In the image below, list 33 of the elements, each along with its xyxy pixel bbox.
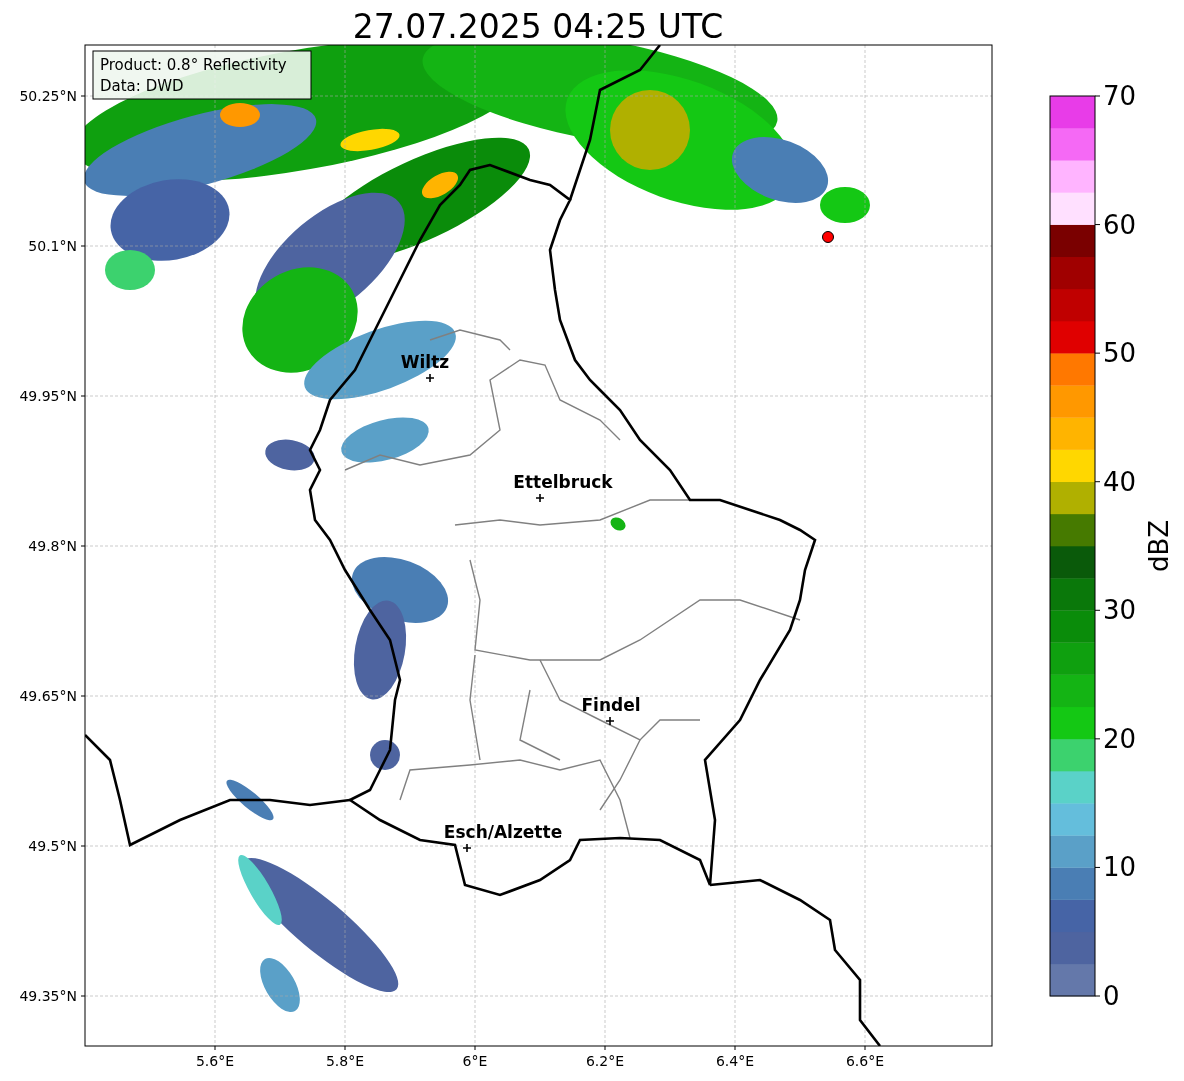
info-text: Product: 0.8° Reflectivity	[100, 56, 287, 74]
x-tick-label: 6.4°E	[715, 1053, 755, 1069]
city-marker-icon	[535, 493, 545, 503]
city-marker-icon	[425, 373, 435, 383]
y-tick-label: 49.95°N	[19, 388, 77, 404]
y-tick-label: 49.35°N	[19, 988, 77, 1004]
city-label: Findel	[581, 695, 641, 715]
colorbar-tick-label: 20	[1103, 723, 1137, 754]
y-tick-label: 49.8°N	[28, 538, 77, 554]
x-tick-label: 6°E	[462, 1053, 488, 1069]
colorbar-tick-label: 10	[1103, 852, 1137, 883]
x-tick-label: 5.6°E	[195, 1053, 235, 1069]
radar-site-marker	[822, 231, 834, 243]
x-tick-label: 6.6°E	[845, 1053, 885, 1069]
info-text: Data: DWD	[100, 77, 184, 95]
y-tick-label: 50.1°N	[28, 238, 77, 254]
city-marker-icon	[605, 716, 615, 726]
colorbar-tick-label: 70	[1103, 81, 1137, 111]
city-label: Esch/Alzette	[443, 822, 563, 842]
colorbar-tick-label: 30	[1103, 595, 1137, 626]
colorbar-tick-label: 60	[1103, 209, 1137, 240]
chart-title: 27.07.2025 04:25 UTC	[352, 7, 724, 46]
city-label: Ettelbruck	[513, 472, 613, 492]
colorbar-tick-label: 0	[1103, 981, 1120, 1011]
y-tick-label: 49.5°N	[28, 838, 77, 854]
x-tick-label: 6.2°E	[585, 1053, 625, 1069]
x-tick-label: 5.8°E	[325, 1053, 365, 1069]
city-marker-icon	[462, 843, 472, 853]
y-tick-label: 50.25°N	[19, 88, 77, 104]
colorbar-tick-label: 40	[1103, 466, 1137, 497]
colorbar-label: dBZ	[1144, 519, 1174, 573]
colorbar-tick-label: 50	[1103, 338, 1137, 369]
y-tick-label: 49.65°N	[19, 688, 77, 704]
